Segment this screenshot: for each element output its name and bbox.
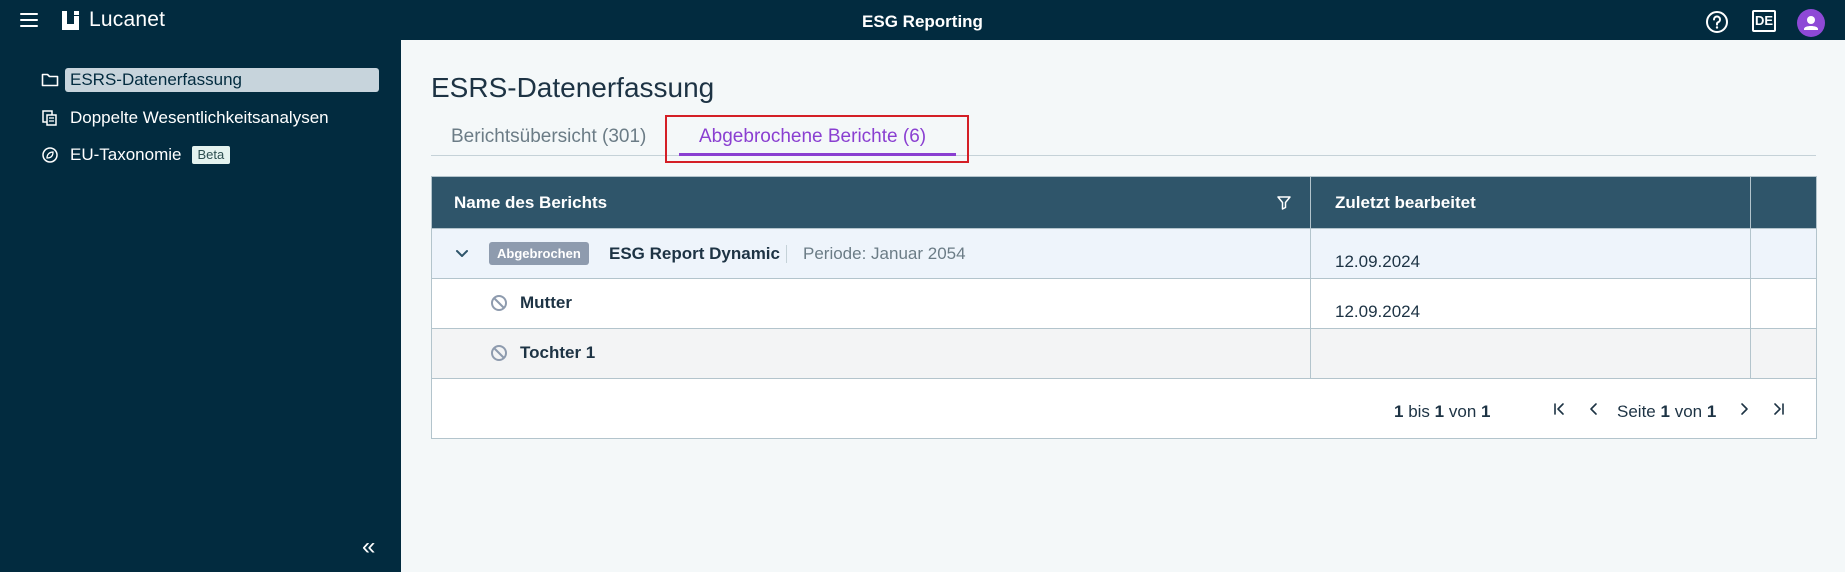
language-button[interactable]: DE [1752, 10, 1776, 32]
first-page-icon[interactable] [1549, 399, 1569, 419]
column-header-name[interactable]: Name des Berichts [454, 193, 607, 213]
globe-leaf-icon [40, 145, 60, 165]
sidebar-item-doppelte-wesentlichkeitsanalysen[interactable]: Doppelte Wesentlichkeitsanalysen [40, 105, 329, 131]
status-badge: Abgebrochen [489, 242, 589, 265]
page-title: ESRS-Datenerfassung [431, 72, 715, 103]
sidebar-item-label: Doppelte Wesentlichkeitsanalysen [70, 108, 329, 127]
column-header-last-edited[interactable]: Zuletzt bearbeitet [1335, 193, 1476, 213]
hamburger-menu-icon[interactable] [20, 13, 38, 27]
divider [786, 245, 787, 263]
collapse-sidebar-button[interactable]: « [362, 533, 375, 561]
last-page-icon[interactable] [1769, 399, 1789, 419]
logo-text: Lucanet [89, 8, 166, 31]
sidebar-item-eu-taxonomie[interactable]: EU-Taxonomie Beta [40, 142, 231, 168]
ban-icon [491, 295, 507, 311]
app-title: ESG Reporting [862, 12, 983, 31]
table-row[interactable]: Mutter 12.09.2024 [432, 278, 1816, 328]
top-bar: Lucanet ESG Reporting DE [0, 0, 1845, 40]
user-icon [1804, 16, 1818, 30]
child-report-name[interactable]: Mutter [520, 293, 572, 313]
tab-bar: Berichtsübersicht (301) Abgebrochene Ber… [431, 118, 1816, 156]
user-avatar[interactable] [1797, 9, 1825, 37]
sidebar-item-esrs-datenerfassung[interactable]: ESRS-Datenerfassung [40, 67, 379, 93]
active-tab-indicator [679, 153, 956, 156]
last-edited-date: 12.09.2024 [1335, 302, 1421, 321]
column-divider [1310, 177, 1311, 378]
table-row[interactable]: Abgebrochen ESG Report Dynamic Periode: … [432, 228, 1816, 278]
page-info: Seite 1 von 1 [1617, 402, 1717, 421]
report-period: Periode: Januar 2054 [803, 244, 966, 263]
sidebar-item-label: ESRS-Datenerfassung [65, 68, 379, 92]
last-edited-date: 12.09.2024 [1335, 252, 1421, 271]
copy-document-icon [40, 108, 60, 128]
next-page-icon[interactable] [1734, 399, 1754, 419]
sidebar: ESRS-Datenerfassung Doppelte Wesentlichk… [0, 40, 401, 572]
tab-berichtsuebersicht[interactable]: Berichtsübersicht (301) [451, 126, 646, 148]
ban-icon [491, 345, 507, 361]
help-icon[interactable] [1705, 10, 1729, 34]
filter-icon[interactable] [1276, 195, 1292, 211]
range-info: 1 bis 1 von 1 [1394, 402, 1491, 421]
previous-page-icon[interactable] [1584, 399, 1604, 419]
report-name[interactable]: ESG Report Dynamic [609, 244, 780, 264]
lucanet-logo-icon [62, 10, 79, 30]
child-report-name[interactable]: Tochter 1 [520, 343, 595, 363]
beta-badge: Beta [191, 146, 231, 164]
table-header: Name des Berichts Zuletzt bearbeitet [432, 177, 1816, 228]
reports-table: Name des Berichts Zuletzt bearbeitet Abg… [431, 176, 1817, 439]
column-divider [1750, 177, 1751, 378]
table-row[interactable]: Tochter 1 [432, 328, 1816, 378]
tab-abgebrochene-berichte[interactable]: Abgebrochene Berichte (6) [699, 126, 926, 148]
table-pagination: 1 bis 1 von 1 Seite 1 von 1 [432, 378, 1816, 438]
chevron-down-icon[interactable] [454, 245, 470, 261]
logo[interactable]: Lucanet [60, 8, 166, 31]
sidebar-item-label: EU-Taxonomie [70, 145, 182, 164]
folder-icon [40, 70, 60, 90]
